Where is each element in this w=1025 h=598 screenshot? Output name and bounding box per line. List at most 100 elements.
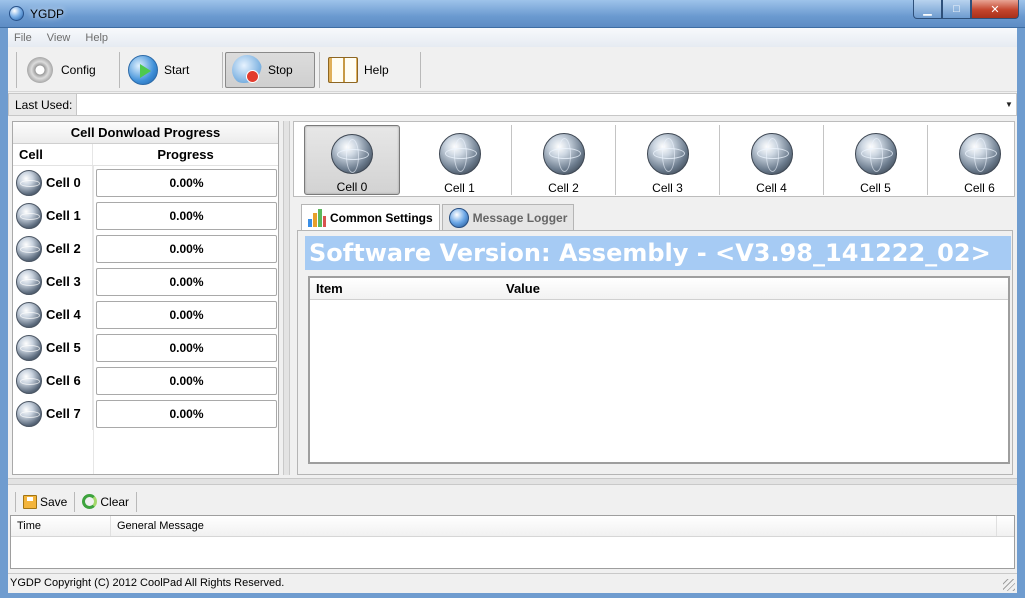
right-panel: Cell 0 Cell 1 Cell 2 Cell 3 Cell 4 Cell 5 Cell… xyxy=(293,121,1015,475)
client-area: File View Help Config Start Stop Help La… xyxy=(8,28,1017,593)
menu-bar: File View Help xyxy=(8,28,1017,47)
globe-icon xyxy=(16,268,42,295)
globe-icon xyxy=(16,301,42,328)
title-bar: YGDP ▁ □ ✕ xyxy=(0,0,1025,28)
progress-panel: Cell Donwload Progress Cell Progress Cel… xyxy=(12,121,279,475)
cell-select-label: Cell 6 xyxy=(964,181,995,195)
last-used-label: Last Used: xyxy=(9,94,78,115)
menu-view[interactable]: View xyxy=(47,32,71,44)
progress-row: Cell 4 0.00% xyxy=(13,298,278,331)
help-button[interactable]: Help xyxy=(322,52,416,88)
progress-row: Cell 0 0.00% xyxy=(13,166,278,199)
cell-select-label: Cell 4 xyxy=(756,181,787,195)
progress-row: Cell 5 0.00% xyxy=(13,331,278,364)
software-version-banner: Software Version: Assembly - <V3.98_1412… xyxy=(305,236,1011,270)
cell-select-label: Cell 2 xyxy=(548,181,579,195)
menu-file[interactable]: File xyxy=(14,32,32,44)
globe-icon xyxy=(16,334,42,361)
globe-icon xyxy=(542,133,585,175)
cell-select-button-1[interactable]: Cell 1 xyxy=(408,125,512,195)
tab-message-logger[interactable]: Message Logger xyxy=(441,204,575,230)
progress-cell: Cell 0 xyxy=(13,166,93,199)
progress-box: 0.00% xyxy=(96,201,277,230)
window-controls: ▁ □ ✕ xyxy=(913,0,1019,20)
cell-select-label: Cell 1 xyxy=(444,181,475,195)
cell-select-label: Cell 0 xyxy=(336,180,368,194)
progress-cell: Cell 2 xyxy=(13,232,93,265)
resize-grip-icon[interactable] xyxy=(1003,579,1015,591)
config-label: Config xyxy=(61,62,96,77)
col-value-header[interactable]: Value xyxy=(500,278,1006,299)
disconnect-icon xyxy=(232,54,262,85)
globe-icon xyxy=(448,207,469,228)
bar-chart-icon xyxy=(308,209,326,227)
globe-icon xyxy=(16,235,42,262)
globe-icon xyxy=(16,400,42,427)
progress-cell: Cell 6 xyxy=(13,364,93,397)
progress-box: 0.00% xyxy=(96,168,277,197)
globe-icon xyxy=(16,169,42,196)
vertical-splitter[interactable] xyxy=(283,121,290,475)
toolbar-separator xyxy=(319,51,320,88)
save-button[interactable]: Save xyxy=(19,491,71,513)
clear-button[interactable]: Clear xyxy=(78,491,133,513)
logger-toolbar: Save Clear xyxy=(12,489,140,514)
common-settings-panel: Software Version: Assembly - <V3.98_1412… xyxy=(297,230,1013,475)
progress-caption: Cell Donwload Progress xyxy=(13,122,278,144)
log-list-header: Time General Message xyxy=(11,516,1014,537)
globe-icon xyxy=(646,133,689,175)
toolbar: Config Start Stop Help xyxy=(8,48,1017,92)
cell-select-button-4[interactable]: Cell 4 xyxy=(720,125,824,195)
col-time-header[interactable]: Time xyxy=(11,516,111,536)
menu-help[interactable]: Help xyxy=(85,32,108,44)
globe-icon xyxy=(438,133,481,175)
close-button[interactable]: ✕ xyxy=(971,0,1019,19)
cell-label: Cell 2 xyxy=(46,241,81,256)
horizontal-splitter[interactable] xyxy=(8,478,1017,485)
col-cell-header: Cell xyxy=(13,144,93,165)
toolbar-separator xyxy=(119,51,120,88)
progress-row: Cell 1 0.00% xyxy=(13,199,278,232)
toolbar-separator xyxy=(222,51,223,88)
cell-label: Cell 3 xyxy=(46,274,81,289)
progress-cell: Cell 3 xyxy=(13,265,93,298)
globe-icon xyxy=(750,133,793,175)
stop-button[interactable]: Stop xyxy=(225,51,315,88)
chevron-down-icon[interactable]: ▼ xyxy=(1002,100,1016,109)
progress-rows: Cell 0 0.00% Cell 1 0.00% Cell 2 0.00% Cell 3 0… xyxy=(13,166,278,430)
last-used-combo[interactable] xyxy=(77,94,1002,115)
cell-select-button-3[interactable]: Cell 3 xyxy=(616,125,720,195)
tab-strip: Common Settings Message Logger xyxy=(301,204,576,231)
floppy-disk-icon xyxy=(23,494,37,509)
progress-cell: Cell 7 xyxy=(13,397,93,430)
tab-common-settings[interactable]: Common Settings xyxy=(301,204,440,231)
app-globe-icon xyxy=(9,6,24,21)
config-button[interactable]: Config xyxy=(19,52,115,88)
settings-grid[interactable]: Item Value xyxy=(308,276,1010,464)
clear-label: Clear xyxy=(100,494,130,509)
globe-icon xyxy=(16,367,42,394)
progress-header: Cell Progress xyxy=(13,144,278,166)
progress-row: Cell 6 0.00% xyxy=(13,364,278,397)
stop-label: Stop xyxy=(268,62,293,77)
cell-label: Cell 5 xyxy=(46,340,81,355)
col-item-header[interactable]: Item xyxy=(310,278,500,299)
minimize-button[interactable]: ▁ xyxy=(913,0,942,19)
cell-select-button-2[interactable]: Cell 2 xyxy=(512,125,616,195)
start-button[interactable]: Start xyxy=(122,52,218,88)
progress-row: Cell 7 0.00% xyxy=(13,397,278,430)
cell-select-button-6[interactable]: Cell 6 xyxy=(928,125,1014,195)
help-label: Help xyxy=(364,62,389,77)
progress-box: 0.00% xyxy=(96,267,277,296)
progress-box: 0.00% xyxy=(96,399,277,428)
save-label: Save xyxy=(40,494,68,509)
cell-select-button-0[interactable]: Cell 0 xyxy=(304,125,400,195)
toolbar-separator xyxy=(136,491,138,512)
col-message-header[interactable]: General Message xyxy=(111,516,997,536)
cell-select-button-5[interactable]: Cell 5 xyxy=(824,125,928,195)
cell-select-label: Cell 3 xyxy=(652,181,683,195)
log-list[interactable]: Time General Message xyxy=(10,515,1015,569)
status-bar: YGDP Copyright (C) 2012 CoolPad All Righ… xyxy=(8,573,1017,593)
progress-cell: Cell 5 xyxy=(13,331,93,364)
maximize-button[interactable]: □ xyxy=(942,0,971,19)
